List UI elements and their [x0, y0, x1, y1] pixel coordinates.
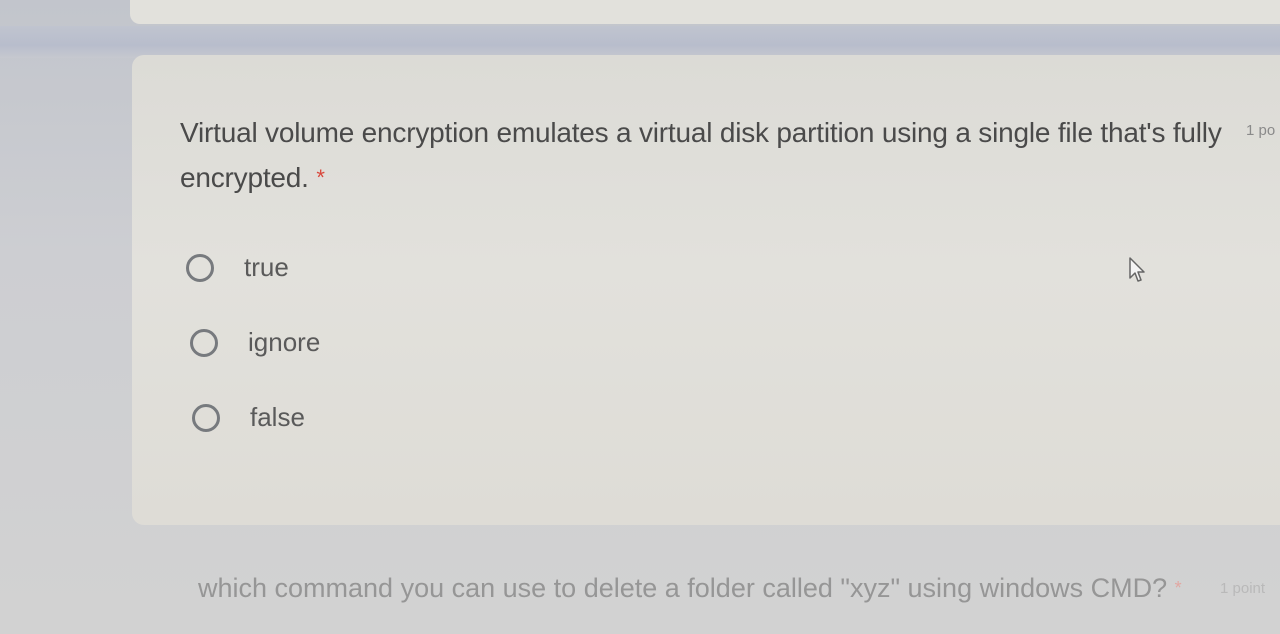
option-true[interactable]: true: [186, 252, 289, 283]
option-ignore[interactable]: ignore: [190, 327, 320, 358]
question-1-text: Virtual volume encryption emulates a vir…: [180, 117, 1222, 193]
question-1-points: 1 po: [1246, 122, 1276, 139]
option-label: false: [250, 402, 305, 432]
background-band: [0, 26, 1280, 58]
previous-question-card: [130, 0, 1280, 24]
required-asterisk: *: [316, 165, 325, 190]
required-asterisk: *: [1174, 578, 1182, 598]
radio-unselected-icon[interactable]: [186, 253, 214, 282]
question-2-text: which command you can use to delete a fo…: [198, 573, 1168, 603]
option-label: true: [244, 252, 289, 282]
option-label: ignore: [248, 327, 321, 357]
question-2-title: which command you can use to delete a fo…: [198, 568, 1208, 608]
radio-unselected-icon[interactable]: [192, 403, 220, 432]
question-1-title: Virtual volume encryption emulates a vir…: [180, 110, 1240, 200]
option-false[interactable]: false: [192, 402, 305, 433]
mouse-pointer-icon: [1129, 257, 1145, 282]
form-page: Virtual volume encryption emulates a vir…: [0, 0, 1280, 634]
radio-unselected-icon[interactable]: [190, 328, 218, 357]
question-2-points: 1 point: [1220, 580, 1266, 597]
